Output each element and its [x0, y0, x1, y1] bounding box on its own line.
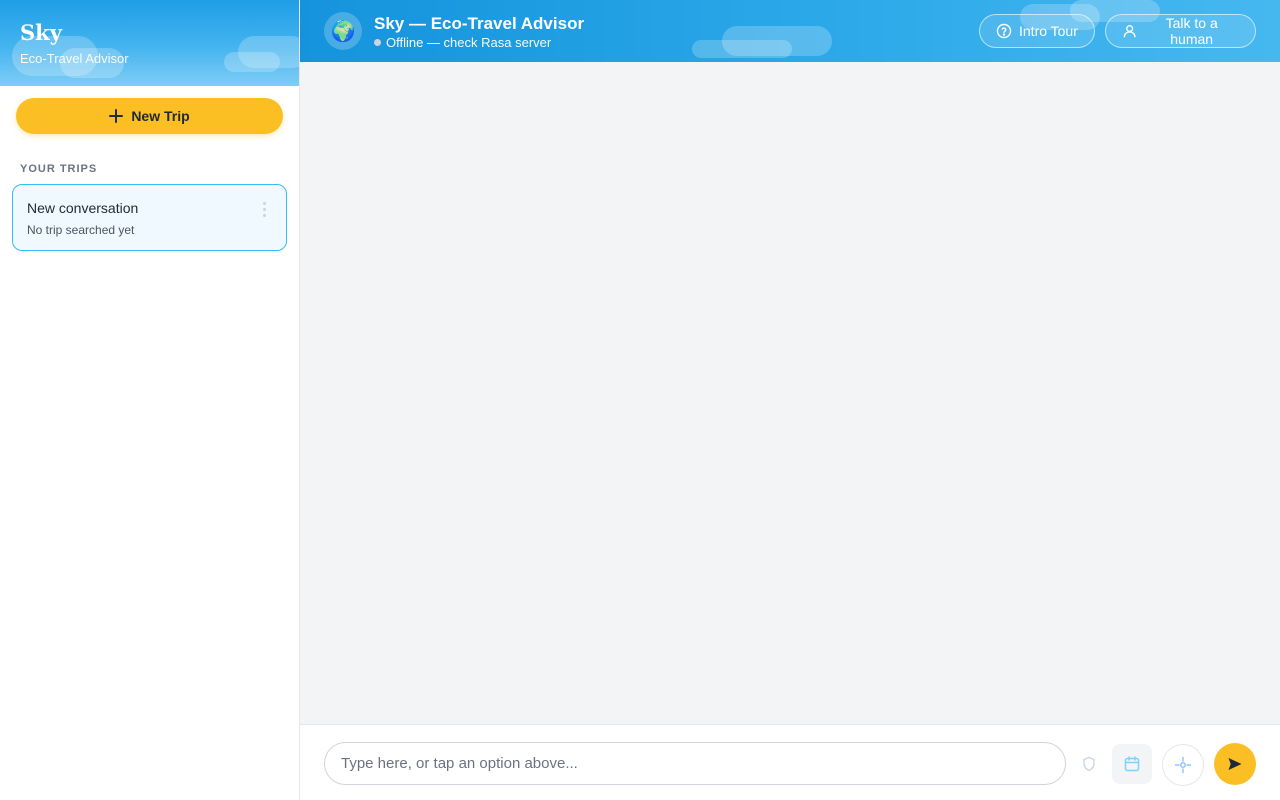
plus-icon	[109, 109, 124, 123]
sidebar: Sky Eco-Travel Advisor New Trip YOUR TRI…	[0, 0, 300, 800]
brand-title: Sky	[20, 20, 62, 45]
more-vertical-icon[interactable]	[256, 199, 272, 219]
brand-banner: Sky Eco-Travel Advisor	[0, 0, 299, 86]
help-circle-icon	[996, 23, 1012, 39]
new-trip-label: New Trip	[131, 108, 190, 124]
trip-title: New conversation	[27, 200, 139, 216]
trip-item[interactable]: New conversation No trip searched yet	[12, 184, 287, 251]
calendar-icon	[1124, 756, 1140, 772]
user-icon	[1123, 25, 1136, 38]
cloud-decoration	[722, 26, 832, 56]
status-dot-icon	[374, 39, 381, 46]
cloud-decoration	[238, 36, 299, 68]
shield-button[interactable]	[1078, 755, 1100, 773]
intro-tour-label: Intro Tour	[1019, 23, 1078, 39]
intro-tour-button[interactable]: Intro Tour	[979, 14, 1095, 48]
message-composer	[300, 724, 1280, 800]
connection-status: Offline — check Rasa server	[374, 35, 551, 50]
send-icon	[1228, 758, 1242, 770]
talk-to-human-label: Talk to a human	[1165, 15, 1218, 47]
page-title: Sky — Eco-Travel Advisor	[374, 14, 585, 33]
chat-header: 🌍 Sky — Eco-Travel Advisor Offline — che…	[300, 0, 1280, 62]
talk-to-human-button[interactable]: Talk to a human	[1105, 14, 1256, 48]
date-picker-button[interactable]	[1112, 744, 1152, 784]
crosshair-icon	[1174, 756, 1192, 774]
trip-subtitle: No trip searched yet	[27, 223, 135, 237]
status-text: Offline — check Rasa server	[386, 35, 552, 50]
brand-subtitle: Eco-Travel Advisor	[20, 51, 129, 66]
message-input[interactable]	[324, 742, 1066, 785]
globe-avatar: 🌍	[324, 12, 362, 50]
shield-icon	[1083, 756, 1095, 772]
new-trip-button[interactable]: New Trip	[16, 98, 283, 134]
your-trips-heading: YOUR TRIPS	[20, 163, 98, 175]
location-button[interactable]	[1162, 744, 1204, 786]
chat-messages-area[interactable]	[300, 62, 1280, 724]
send-button[interactable]	[1214, 743, 1256, 785]
